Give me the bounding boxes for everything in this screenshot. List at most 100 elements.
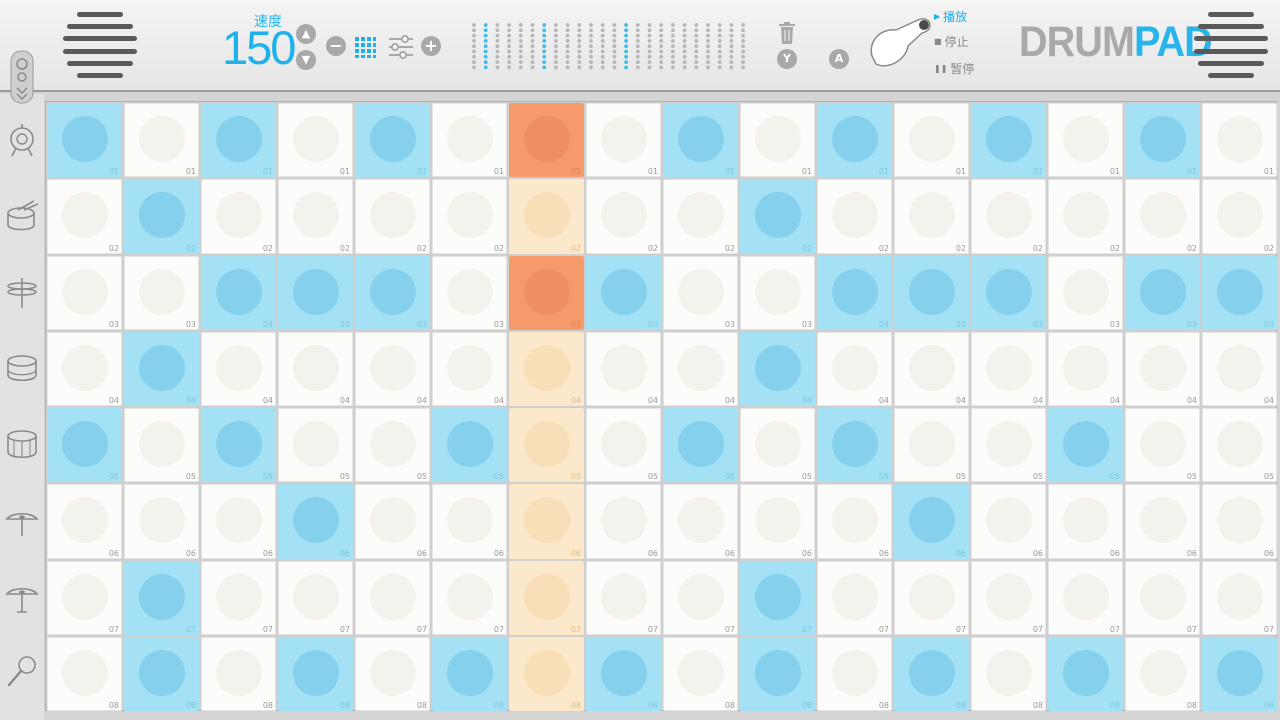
step-pad[interactable]: 08: [355, 636, 430, 711]
step-pad[interactable]: 07: [817, 560, 892, 635]
step-pad[interactable]: 07: [432, 560, 507, 635]
step-pad[interactable]: 01: [740, 103, 815, 178]
step-pad[interactable]: 07: [1048, 560, 1123, 635]
step-pad-active[interactable]: 01: [355, 103, 430, 178]
step-pad[interactable]: 02: [663, 179, 738, 254]
step-pad[interactable]: 03: [124, 255, 199, 330]
step-pad[interactable]: 07: [1202, 560, 1277, 635]
step-pad-active[interactable]: 01: [663, 103, 738, 178]
step-pad-active[interactable]: 08: [1202, 636, 1277, 711]
step-pad[interactable]: 02: [1125, 179, 1200, 254]
step-pad[interactable]: 07: [971, 560, 1046, 635]
step-pad[interactable]: 06: [1125, 484, 1200, 559]
step-pad[interactable]: 08: [817, 636, 892, 711]
step-pad[interactable]: 05: [740, 408, 815, 483]
step-pad[interactable]: 03: [432, 255, 507, 330]
step-pad[interactable]: 08: [1125, 636, 1200, 711]
step-pad[interactable]: 04: [201, 331, 276, 406]
step-pad[interactable]: 04: [47, 331, 122, 406]
step-pad-active[interactable]: 01: [817, 103, 892, 178]
step-pad[interactable]: 02: [47, 179, 122, 254]
hihat-icon[interactable]: [4, 274, 40, 310]
sliders-icon[interactable]: [387, 34, 415, 60]
step-pad[interactable]: 07: [1125, 560, 1200, 635]
step-pad[interactable]: 01: [432, 103, 507, 178]
step-pad-active[interactable]: 05: [1048, 408, 1123, 483]
step-pad[interactable]: 06: [740, 484, 815, 559]
step-pad[interactable]: 05: [586, 408, 661, 483]
tom-drum-icon[interactable]: [4, 350, 40, 386]
step-pad[interactable]: 06: [124, 484, 199, 559]
step-pad[interactable]: 07: [894, 560, 969, 635]
step-pad-active[interactable]: 05: [817, 408, 892, 483]
step-pad[interactable]: 04: [1048, 331, 1123, 406]
step-pad-active[interactable]: 03: [278, 255, 353, 330]
step-pad-active[interactable]: 03: [201, 255, 276, 330]
step-pad-active[interactable]: 01: [1125, 103, 1200, 178]
step-pad[interactable]: 07: [509, 560, 584, 635]
step-pad[interactable]: 02: [278, 179, 353, 254]
step-pad-active[interactable]: 06: [894, 484, 969, 559]
tempo-down-button[interactable]: ▼: [296, 50, 316, 70]
step-pad-active[interactable]: 01: [509, 103, 584, 178]
y-button[interactable]: Y: [777, 49, 797, 69]
step-pad-active[interactable]: 08: [124, 636, 199, 711]
step-pad[interactable]: 02: [432, 179, 507, 254]
step-pad[interactable]: 08: [201, 636, 276, 711]
step-pad[interactable]: 06: [355, 484, 430, 559]
step-pad-active[interactable]: 02: [124, 179, 199, 254]
cymbal-icon[interactable]: [4, 502, 40, 538]
remove-pattern-button[interactable]: −: [326, 36, 346, 56]
step-pad[interactable]: 01: [124, 103, 199, 178]
step-pad[interactable]: 04: [1202, 331, 1277, 406]
step-pad[interactable]: 02: [894, 179, 969, 254]
step-pad-active[interactable]: 04: [740, 331, 815, 406]
step-pad[interactable]: 04: [894, 331, 969, 406]
step-pad[interactable]: 03: [740, 255, 815, 330]
step-pad[interactable]: 06: [1048, 484, 1123, 559]
step-pad[interactable]: 03: [1048, 255, 1123, 330]
step-pad-active[interactable]: 05: [432, 408, 507, 483]
add-pattern-button[interactable]: +: [421, 36, 441, 56]
step-pad-active[interactable]: 06: [278, 484, 353, 559]
step-pad[interactable]: 06: [586, 484, 661, 559]
step-pad[interactable]: 04: [663, 331, 738, 406]
step-pad[interactable]: 07: [201, 560, 276, 635]
step-pad[interactable]: 05: [971, 408, 1046, 483]
play-option[interactable]: ▶ 播放: [934, 8, 967, 25]
step-pad[interactable]: 02: [817, 179, 892, 254]
trash-icon[interactable]: [778, 22, 796, 44]
grid-icon[interactable]: [354, 36, 376, 58]
step-pad[interactable]: 06: [971, 484, 1046, 559]
joystick-lever-icon[interactable]: [866, 12, 938, 68]
step-pad-active[interactable]: 08: [278, 636, 353, 711]
step-pad[interactable]: 06: [47, 484, 122, 559]
step-pad-active[interactable]: 07: [124, 560, 199, 635]
step-pad[interactable]: 04: [355, 331, 430, 406]
step-pad[interactable]: 05: [1125, 408, 1200, 483]
step-pad-active[interactable]: 08: [432, 636, 507, 711]
step-pad[interactable]: 05: [124, 408, 199, 483]
step-pad[interactable]: 06: [509, 484, 584, 559]
tempo-up-button[interactable]: ▲: [296, 24, 316, 44]
step-pad-active[interactable]: 05: [663, 408, 738, 483]
step-pad[interactable]: 04: [971, 331, 1046, 406]
step-pad[interactable]: 06: [432, 484, 507, 559]
step-pad-active[interactable]: 01: [201, 103, 276, 178]
step-pad[interactable]: 07: [586, 560, 661, 635]
step-pad-active[interactable]: 08: [740, 636, 815, 711]
step-pad[interactable]: 05: [894, 408, 969, 483]
step-pad[interactable]: 03: [663, 255, 738, 330]
floor-tom-icon[interactable]: [4, 426, 40, 462]
step-pad[interactable]: 08: [47, 636, 122, 711]
step-pad[interactable]: 07: [663, 560, 738, 635]
step-pad[interactable]: 06: [817, 484, 892, 559]
step-pad[interactable]: 04: [586, 331, 661, 406]
step-pad-active[interactable]: 08: [894, 636, 969, 711]
step-pad[interactable]: 01: [1048, 103, 1123, 178]
step-pad[interactable]: 05: [278, 408, 353, 483]
stop-option[interactable]: ■ 停止: [934, 33, 969, 50]
step-pad[interactable]: 06: [201, 484, 276, 559]
maraca-icon[interactable]: [4, 653, 40, 689]
step-pad[interactable]: 02: [971, 179, 1046, 254]
